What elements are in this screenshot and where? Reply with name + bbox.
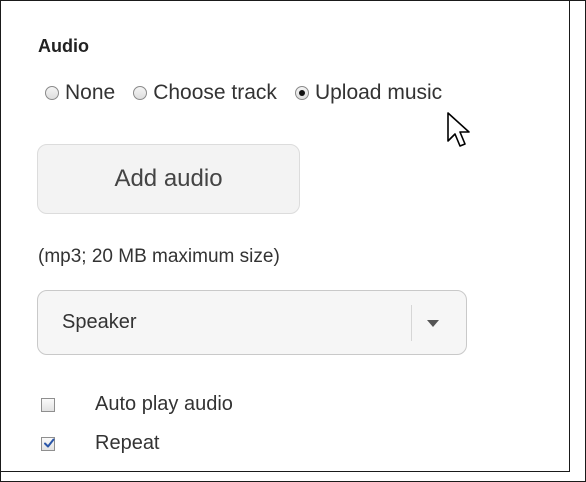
radio-label: Choose track [153, 81, 277, 104]
auto-play-checkbox[interactable] [41, 397, 55, 412]
radio-button[interactable] [45, 86, 59, 100]
checkmark-icon [44, 438, 55, 447]
audio-source-radio-group: None Choose track Upload music [45, 81, 460, 105]
radio-label: Upload music [314, 81, 443, 104]
checkbox-label: Repeat [95, 432, 160, 454]
add-audio-button[interactable]: Add audio [37, 144, 300, 214]
window-frame: Audio None Choose track Upload music Add… [0, 0, 586, 482]
select-value: Speaker [62, 311, 137, 333]
radio-button[interactable] [294, 86, 309, 100]
select-divider [411, 305, 412, 341]
radio-button[interactable] [133, 86, 148, 100]
repeat-checkbox[interactable] [41, 436, 55, 451]
audio-panel: Audio None Choose track Upload music Add… [1, 1, 570, 472]
auto-play-audio-option[interactable]: Auto play audio [41, 393, 233, 416]
audio-output-select[interactable]: Speaker [37, 290, 467, 355]
repeat-option[interactable]: Repeat [41, 432, 160, 455]
mouse-pointer-icon [447, 112, 470, 147]
checkbox-label: Auto play audio [95, 393, 233, 415]
radio-option-none[interactable]: None [45, 81, 115, 105]
section-heading: Audio [38, 36, 89, 56]
radio-option-choose-track[interactable]: Choose track [133, 81, 277, 105]
chevron-down-icon[interactable] [427, 320, 439, 327]
radio-option-upload-music[interactable]: Upload music [294, 81, 443, 105]
radio-label: None [65, 81, 116, 104]
file-size-hint: (mp3; 20 MB maximum size) [38, 246, 280, 267]
